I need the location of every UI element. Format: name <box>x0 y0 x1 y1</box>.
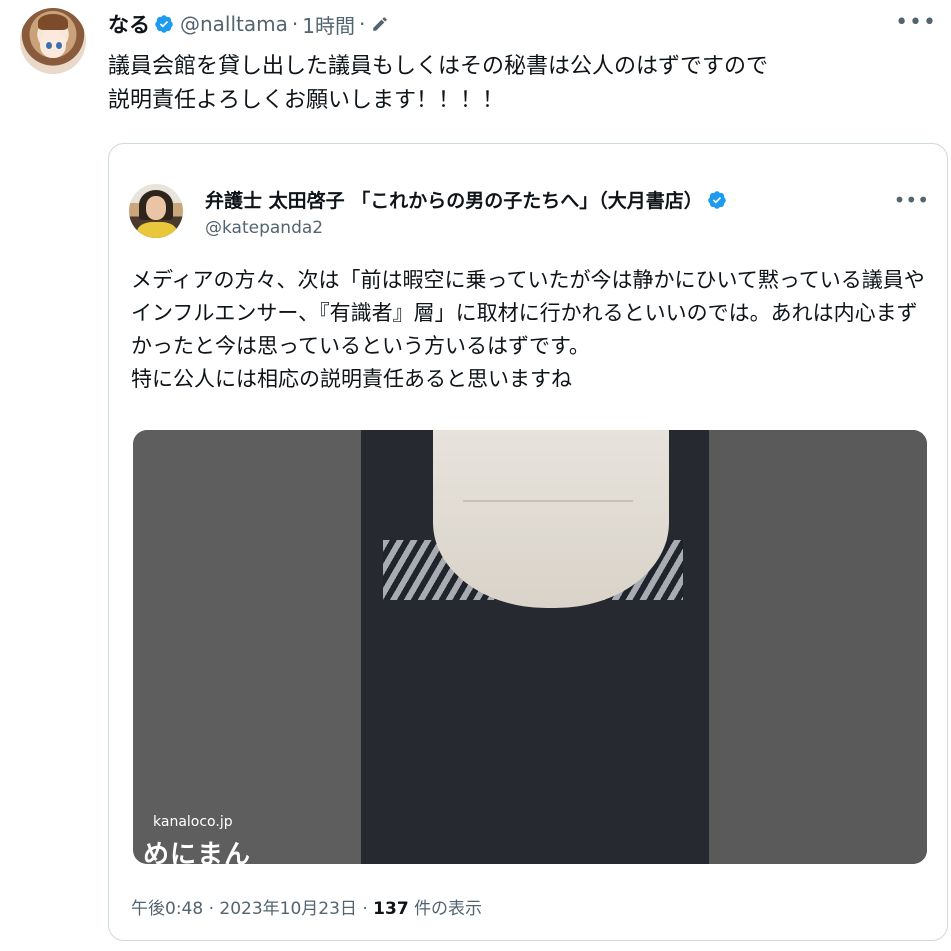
video-player[interactable]: kanaloco.jp めにまん <box>133 430 927 864</box>
more-options-icon[interactable]: ••• <box>895 10 937 35</box>
meta-separator-2: · <box>358 12 366 36</box>
avatar-face-shape <box>146 196 166 220</box>
footer-separator: · <box>208 899 214 919</box>
video-watermark-text: kanaloco.jp <box>153 814 233 830</box>
video-watermark-logo: めにまん <box>143 840 252 864</box>
views-label: 件の表示 <box>414 899 483 919</box>
quoted-more-options-icon[interactable]: ••• <box>894 188 929 212</box>
tweet-timestamp[interactable]: 1時間 <box>302 10 355 39</box>
quoted-author-handle[interactable]: @katepanda2 <box>205 218 323 238</box>
video-person-mask <box>433 430 669 608</box>
avatar-shirt-shape <box>137 222 177 238</box>
avatar-eye-right <box>56 42 62 49</box>
views-count: 137 <box>373 899 409 919</box>
verified-badge-icon <box>155 15 173 33</box>
footer-date[interactable]: 2023年10月23日 <box>219 899 357 919</box>
tweet-header: なる @nalltama · 1時間 · <box>108 8 389 40</box>
author-avatar[interactable] <box>20 8 86 74</box>
avatar-face-shape <box>40 30 66 58</box>
meta-separator: · <box>291 12 299 36</box>
quoted-tweet-card[interactable]: 弁護士 太田啓子 「これからの男の子たちへ」（大月書店） @katepanda2… <box>108 143 948 941</box>
avatar-hat-shape <box>38 14 68 30</box>
author-handle[interactable]: @nalltama <box>180 12 288 36</box>
quoted-display-name[interactable]: 弁護士 太田啓子 「これからの男の子たちへ」（大月書店） <box>205 186 703 213</box>
avatar-eye-left <box>46 42 52 49</box>
verified-badge-icon <box>707 190 726 209</box>
footer-time[interactable]: 午後0:48 <box>131 899 203 919</box>
tweet-text: 議員会館を貸し出した議員もしくはその秘書は公人のはずですので 説明責任よろしくお… <box>108 54 769 113</box>
quoted-author-avatar[interactable] <box>129 184 183 238</box>
quoted-author-name[interactable]: 弁護士 太田啓子 「これからの男の子たちへ」（大月書店） <box>205 186 733 213</box>
quoted-tweet-text: メディアの方々、次は「前は暇空に乗っていたが今は静かにひいて黙っている議員やイン… <box>131 268 925 391</box>
quoted-tweet-footer: 午後0:48 · 2023年10月23日 · 137 件の表示 <box>131 894 482 919</box>
pencil-edit-icon <box>373 17 388 31</box>
video-frame-right <box>709 430 927 864</box>
footer-separator-2: · <box>362 899 368 919</box>
author-display-name[interactable]: なる <box>108 9 150 39</box>
video-mask-fold <box>463 500 633 502</box>
